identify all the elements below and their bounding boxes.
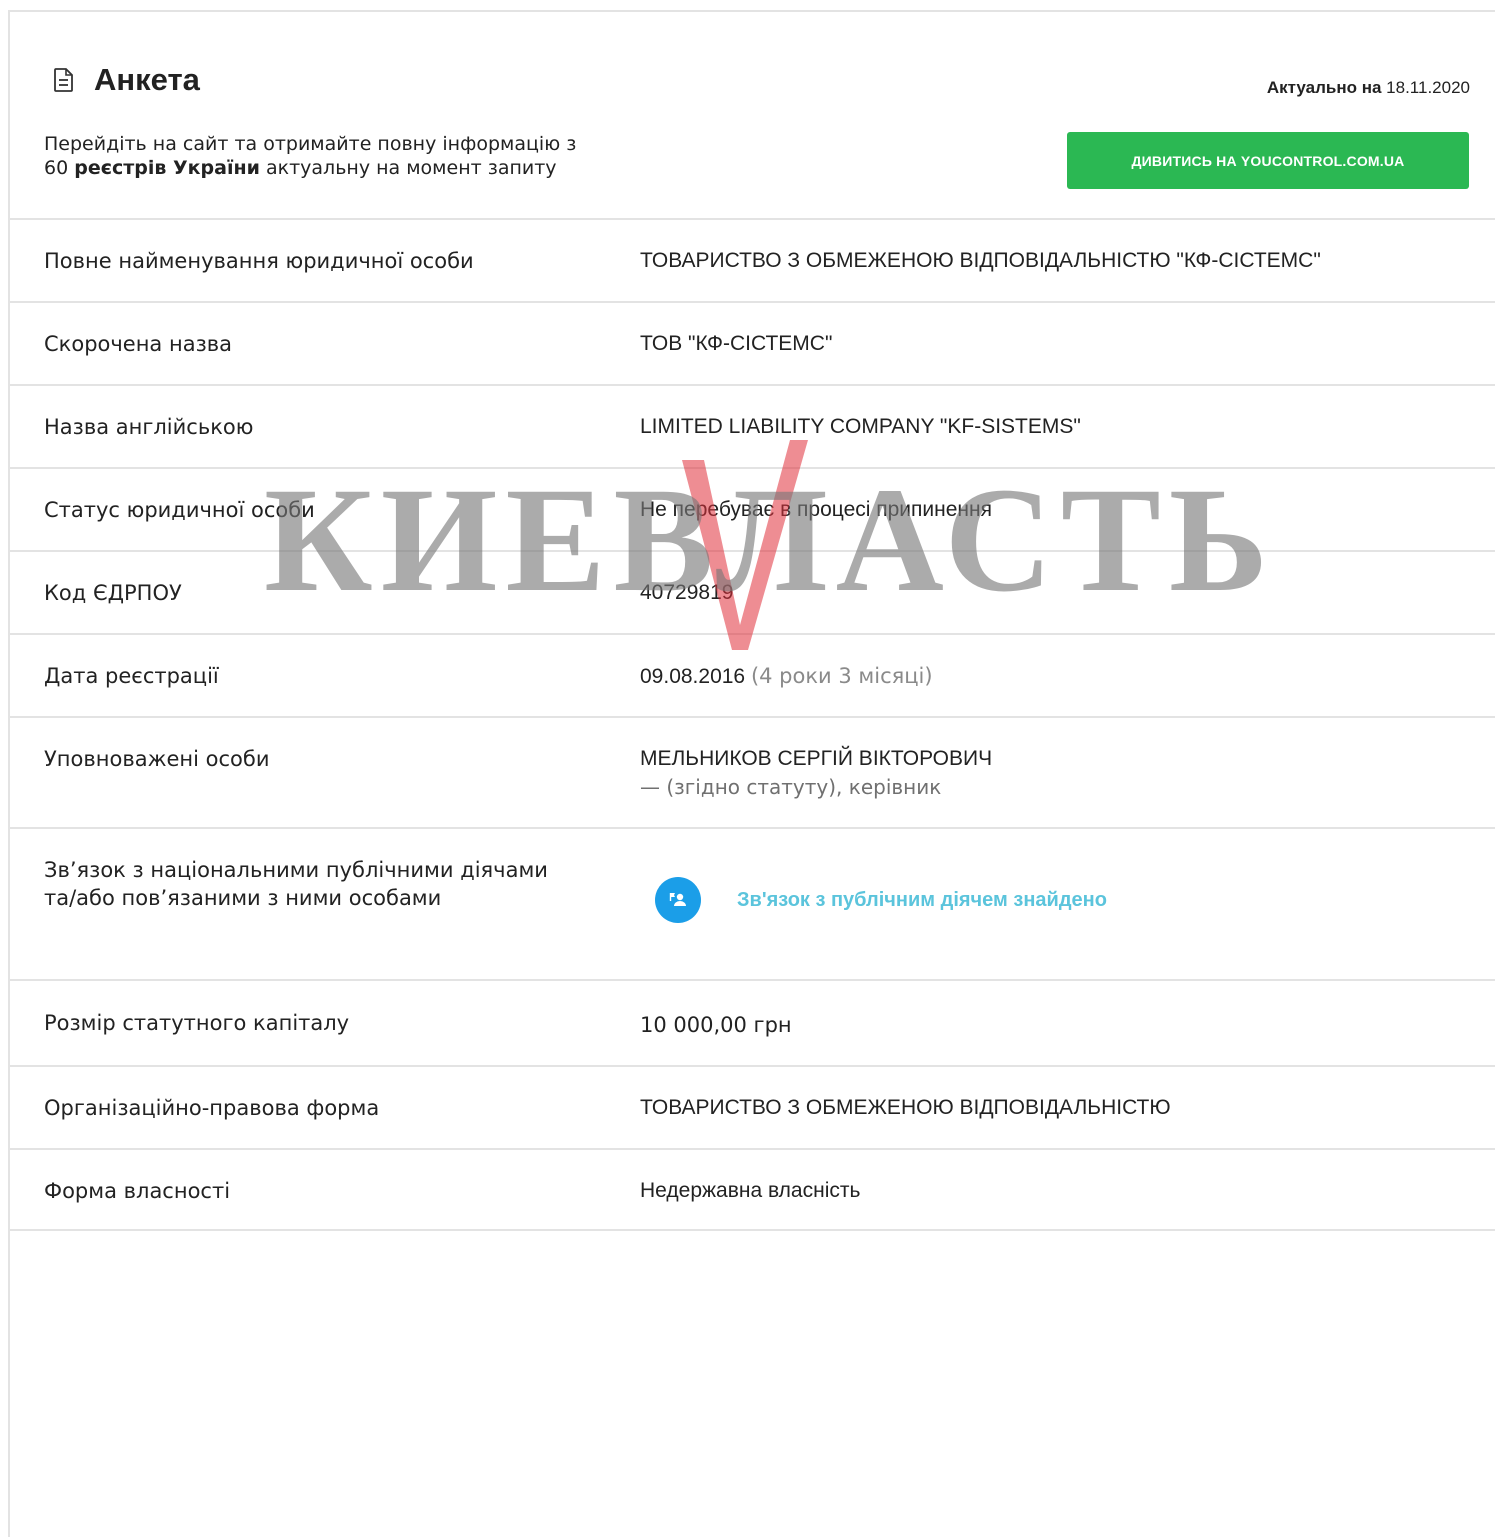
row-label: Повне найменування юридичної особи [44, 249, 474, 273]
row-label: Статус юридичної особи [44, 498, 315, 522]
title-block: Анкета [52, 62, 200, 98]
reg-date-age: (4 роки 3 місяці) [750, 664, 933, 688]
authorized-role: — (згідно статуту), керівник [640, 775, 942, 799]
company-profile-card: Анкета Актуально на 18.11.2020 Перейдіть… [8, 10, 1495, 1537]
row-label: Організаційно-правова форма [44, 1096, 380, 1120]
row-label: Уповноважені особи [44, 747, 270, 771]
pep-status: Зв'язок з публічним діячем знайдено [737, 888, 1107, 911]
row-authorized: Уповноважені особи МЕЛЬНИКОВ СЕРГІЙ ВІКТ… [10, 716, 1495, 827]
row-label: Дата реєстрації [44, 664, 219, 688]
row-value: 09.08.2016 (4 роки 3 місяці) [640, 662, 1480, 691]
page-title: Анкета [94, 62, 200, 97]
promo-count: 60 [44, 157, 69, 179]
row-value: Недержавна власність [640, 1179, 861, 1202]
row-edrpou: Код ЄДРПОУ 40729819 [10, 550, 1495, 633]
promo-line1: Перейдіть на сайт та отримайте повну інф… [44, 133, 577, 155]
row-value: МЕЛЬНИКОВ СЕРГІЙ ВІКТОРОВИЧ — (згідно ст… [640, 745, 1480, 801]
row-pep: Зв’язок з національними публічними діяча… [10, 827, 1495, 979]
row-english-name: Назва англійською LIMITED LIABILITY COMP… [10, 384, 1495, 467]
row-short-name: Скорочена назва ТОВ "КФ-СІСТЕМС" [10, 301, 1495, 384]
profile-header: Анкета Актуально на 18.11.2020 Перейдіть… [10, 12, 1495, 220]
row-ownership: Форма власності Недержавна власність [10, 1148, 1495, 1231]
reg-date-value: 09.08.2016 [640, 665, 746, 688]
actual-date: Актуально на 18.11.2020 [1267, 78, 1470, 98]
row-full-name: Повне найменування юридичної особи ТОВАР… [10, 218, 1495, 301]
promo-rest: актуальну на момент запиту [265, 157, 557, 179]
row-value: ТОВ "КФ-СІСТЕМС" [640, 332, 833, 355]
public-person-icon [655, 877, 701, 923]
row-reg-date: Дата реєстрації 09.08.2016 (4 роки 3 міс… [10, 633, 1495, 716]
promo-bold: реєстрів України [74, 157, 260, 179]
pep-label-line1: Зв’язок з національними публічними діяча… [44, 858, 548, 882]
row-label: Код ЄДРПОУ [44, 581, 182, 605]
row-capital: Розмір статутного капіталу 10 000,00 грн [10, 979, 1495, 1065]
actual-date-value: 18.11.2020 [1386, 78, 1470, 97]
document-icon [52, 67, 76, 93]
details-table: Повне найменування юридичної особи ТОВАР… [10, 218, 1495, 1231]
row-value: Не перебуває в процесі припинення [640, 498, 992, 521]
pep-label-line2: та/або пов’язаними з ними особами [44, 886, 442, 910]
row-value: ТОВАРИСТВО З ОБМЕЖЕНОЮ ВІДПОВІДАЛЬНІСТЮ [640, 1096, 1171, 1119]
row-legal-form: Організаційно-правова форма ТОВАРИСТВО З… [10, 1065, 1495, 1148]
row-label: Зв’язок з національними публічними діяча… [44, 856, 604, 912]
row-value: LIMITED LIABILITY COMPANY "KF-SISTEMS" [640, 415, 1081, 438]
actual-label: Актуально на [1266, 78, 1382, 97]
authorized-person: МЕЛЬНИКОВ СЕРГІЙ ВІКТОРОВИЧ [640, 747, 993, 770]
pep-link[interactable]: Зв'язок з публічним діячем знайдено [655, 877, 1107, 923]
youcontrol-button[interactable]: ДИВИТИСЬ НА YOUCONTROL.COM.UA [1067, 132, 1469, 189]
promo-text: Перейдіть на сайт та отримайте повну інф… [44, 132, 664, 180]
row-value: 10 000,00 грн [640, 1013, 792, 1037]
row-value: 40729819 [640, 581, 734, 604]
row-status: Статус юридичної особи Не перебуває в пр… [10, 467, 1495, 550]
row-label: Форма власності [44, 1179, 231, 1203]
row-label: Скорочена назва [44, 332, 232, 356]
row-label: Назва англійською [44, 415, 254, 439]
row-value: ТОВАРИСТВО З ОБМЕЖЕНОЮ ВІДПОВІДАЛЬНІСТЮ … [640, 249, 1321, 272]
row-label: Розмір статутного капіталу [44, 1011, 350, 1035]
